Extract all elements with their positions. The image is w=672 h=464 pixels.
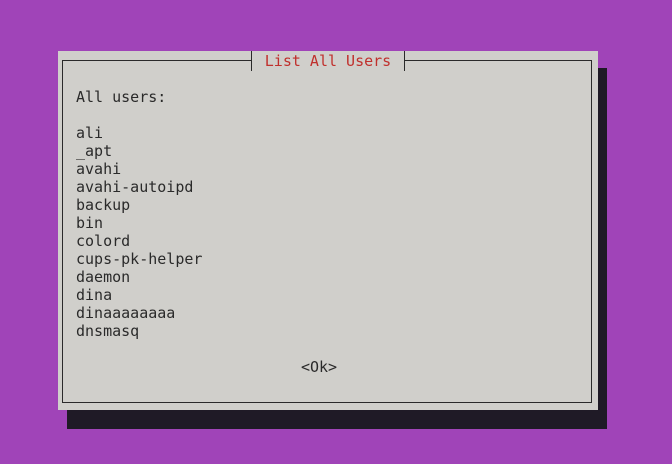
list-item: bin bbox=[76, 214, 104, 232]
list-item: daemon bbox=[76, 268, 131, 286]
dialog-title: List All Users bbox=[251, 51, 405, 71]
list-item: dnsmasq bbox=[76, 322, 140, 340]
users-heading: All users: bbox=[76, 88, 167, 106]
list-item: _apt bbox=[76, 142, 113, 160]
ok-button[interactable]: <Ok> bbox=[299, 358, 339, 376]
list-item: dinaaaaaaaa bbox=[76, 304, 176, 322]
list-item: backup bbox=[76, 196, 131, 214]
list-item: colord bbox=[76, 232, 131, 250]
list-item: dina bbox=[76, 286, 113, 304]
list-users-dialog: List All Users All users: ali _apt avahi… bbox=[58, 51, 598, 410]
list-item: ali bbox=[76, 124, 104, 142]
list-item: avahi-autoipd bbox=[76, 178, 194, 196]
user-list[interactable]: ali _apt avahi avahi-autoipd backup bin … bbox=[76, 124, 202, 340]
list-item: cups-pk-helper bbox=[76, 250, 203, 268]
list-item: avahi bbox=[76, 160, 122, 178]
